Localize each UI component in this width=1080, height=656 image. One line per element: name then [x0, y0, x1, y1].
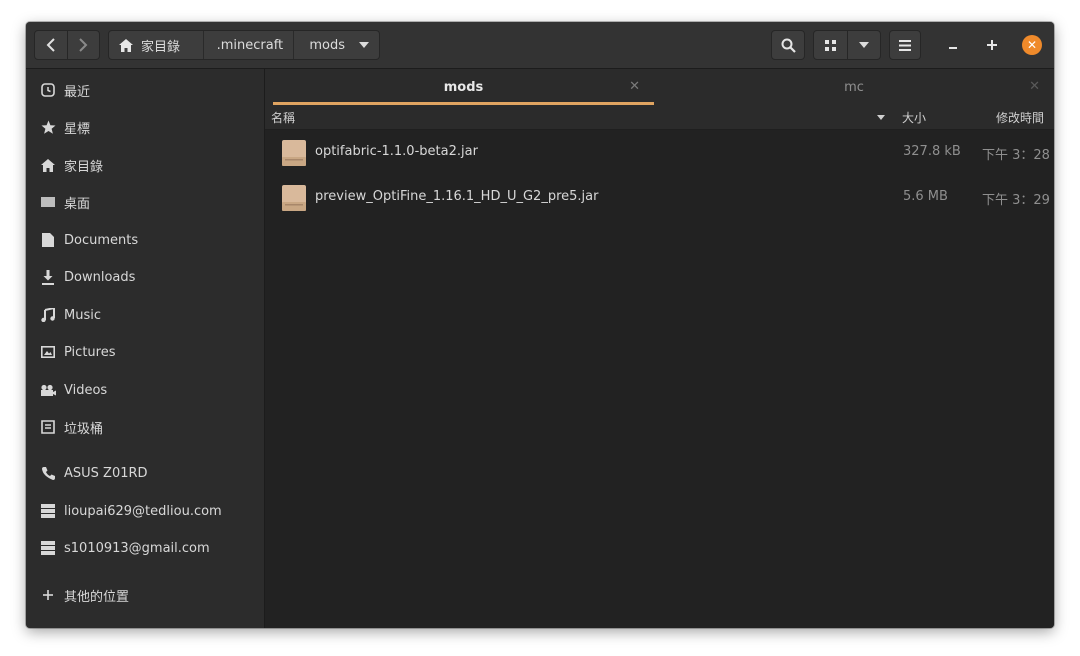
- file-name: optifabric-1.1.0-beta2.jar: [315, 144, 478, 159]
- sidebar-item-label: Videos: [64, 382, 108, 398]
- search-icon: [781, 38, 796, 53]
- minimize-icon: [949, 47, 957, 49]
- sidebar-item-home[interactable]: 家目錄: [26, 148, 264, 182]
- close-button[interactable]: ✕: [1022, 35, 1042, 55]
- file-manager-window: 家目錄 .minecraft mods ✕ 最近 星標 家目錄 桌面 Docum…: [26, 22, 1054, 628]
- forward-button[interactable]: [66, 31, 100, 59]
- video-icon: [40, 382, 56, 398]
- search-button[interactable]: [771, 30, 805, 60]
- file-size: 327.8 kB: [903, 144, 961, 159]
- breadcrumb-minecraft[interactable]: .minecraft: [204, 31, 295, 59]
- sidebar-item-recent[interactable]: 最近: [26, 73, 264, 107]
- sidebar-item-label: 垃圾桶: [64, 421, 104, 437]
- sidebar-item-label: 家目錄: [64, 159, 104, 175]
- document-icon: [40, 232, 56, 248]
- grid-icon: [824, 39, 836, 51]
- file-modified: 下午 3：29: [982, 193, 1050, 208]
- sidebar-item-network-s1010913[interactable]: s1010913@gmail.com: [26, 531, 264, 565]
- music-icon: [40, 307, 56, 323]
- table-row[interactable]: optifabric-1.1.0-beta2.jar 327.8 kB 下午 3…: [265, 131, 1054, 175]
- tab-label: mods: [443, 79, 484, 95]
- close-icon: ✕: [1026, 38, 1038, 52]
- clock-icon: [40, 82, 56, 98]
- chevron-down-icon: [359, 42, 369, 48]
- chevron-down-icon: [858, 42, 869, 48]
- archive-file-icon: [282, 185, 306, 211]
- sidebar-item-label: s1010913@gmail.com: [64, 540, 210, 556]
- tab-mods[interactable]: mods ✕: [273, 69, 654, 105]
- server-icon: [40, 540, 56, 556]
- sidebar-item-label: lioupai629@tedliou.com: [64, 503, 222, 519]
- sidebar-item-label: Downloads: [64, 269, 136, 285]
- header-bar: 家目錄 .minecraft mods ✕: [26, 22, 1054, 69]
- sidebar-item-asus-device[interactable]: ASUS Z01RD: [26, 456, 264, 490]
- phone-icon: [40, 465, 56, 481]
- breadcrumb-label: mods: [309, 37, 345, 53]
- view-buttons: [813, 30, 881, 60]
- sidebar-item-downloads[interactable]: Downloads: [26, 260, 264, 294]
- tab-mc[interactable]: mc ✕: [654, 69, 1054, 105]
- sidebar-item-starred[interactable]: 星標: [26, 110, 264, 144]
- sidebar-item-network-lioupai[interactable]: lioupai629@tedliou.com: [26, 494, 264, 528]
- sidebar-item-label: Music: [64, 307, 101, 323]
- minimize-button[interactable]: [939, 30, 967, 60]
- breadcrumb-label: .minecraft: [216, 37, 284, 53]
- sidebar-item-label: 最近: [64, 84, 91, 100]
- tab-label: mc: [844, 79, 864, 95]
- plus-icon: [40, 587, 56, 603]
- sidebar-item-label: Documents: [64, 232, 139, 248]
- breadcrumb-mods[interactable]: mods: [294, 31, 379, 59]
- download-icon: [40, 269, 56, 285]
- close-icon[interactable]: ✕: [1029, 79, 1040, 94]
- sidebar-item-music[interactable]: Music: [26, 298, 264, 332]
- sort-down-icon: [877, 115, 885, 120]
- picture-icon: [40, 344, 56, 360]
- menu-button[interactable]: [889, 30, 921, 60]
- grid-view-button[interactable]: [814, 31, 847, 59]
- home-icon: [119, 38, 133, 52]
- breadcrumb-home[interactable]: 家目錄: [109, 31, 204, 59]
- sidebar-item-trash[interactable]: 垃圾桶: [26, 410, 264, 444]
- server-icon: [40, 503, 56, 519]
- sidebar-item-label: 桌面: [64, 196, 91, 212]
- chevron-right-icon: [79, 38, 88, 52]
- sidebar-item-label: ASUS Z01RD: [64, 465, 148, 481]
- sidebar-item-desktop[interactable]: 桌面: [26, 185, 264, 219]
- desktop-icon: [40, 194, 56, 210]
- sidebar: 最近 星標 家目錄 桌面 Documents Downloads Music P…: [26, 69, 265, 628]
- sidebar-item-label: Pictures: [64, 344, 116, 360]
- file-name: preview_OptiFine_1.16.1_HD_U_G2_pre5.jar: [315, 189, 599, 204]
- column-modified[interactable]: 修改時間: [996, 109, 1044, 126]
- table-row[interactable]: preview_OptiFine_1.16.1_HD_U_G2_pre5.jar…: [265, 176, 1054, 220]
- column-size[interactable]: 大小: [902, 109, 926, 126]
- view-options-button[interactable]: [846, 31, 881, 59]
- file-modified: 下午 3：28: [982, 148, 1050, 163]
- star-icon: [40, 119, 56, 135]
- chevron-left-icon: [46, 38, 55, 52]
- navigation-buttons: [34, 30, 100, 60]
- breadcrumb-label: 家目錄: [141, 39, 181, 55]
- file-size: 5.6 MB: [903, 189, 948, 204]
- breadcrumb: 家目錄 .minecraft mods: [108, 30, 380, 60]
- sidebar-item-label: 其他的位置: [64, 589, 130, 605]
- column-header: 名稱 大小 修改時間: [265, 105, 1054, 130]
- sidebar-item-videos[interactable]: Videos: [26, 373, 264, 407]
- close-icon[interactable]: ✕: [629, 79, 640, 94]
- sidebar-item-label: 星標: [64, 121, 91, 137]
- sidebar-item-documents[interactable]: Documents: [26, 223, 264, 257]
- column-name[interactable]: 名稱: [271, 109, 295, 126]
- plus-icon: [987, 40, 997, 50]
- back-button[interactable]: [35, 31, 67, 59]
- main-content: mods ✕ mc ✕ 名稱 大小 修改時間 optifabric-1.1.0-…: [265, 69, 1054, 628]
- sidebar-item-pictures[interactable]: Pictures: [26, 335, 264, 369]
- home-icon: [40, 157, 56, 173]
- trash-icon: [40, 419, 56, 435]
- sidebar-item-other-locations[interactable]: 其他的位置: [26, 578, 264, 612]
- hamburger-menu-icon: [899, 39, 911, 51]
- maximize-button[interactable]: [978, 30, 1006, 60]
- tab-bar: mods ✕ mc ✕: [265, 69, 1054, 105]
- archive-file-icon: [282, 140, 306, 166]
